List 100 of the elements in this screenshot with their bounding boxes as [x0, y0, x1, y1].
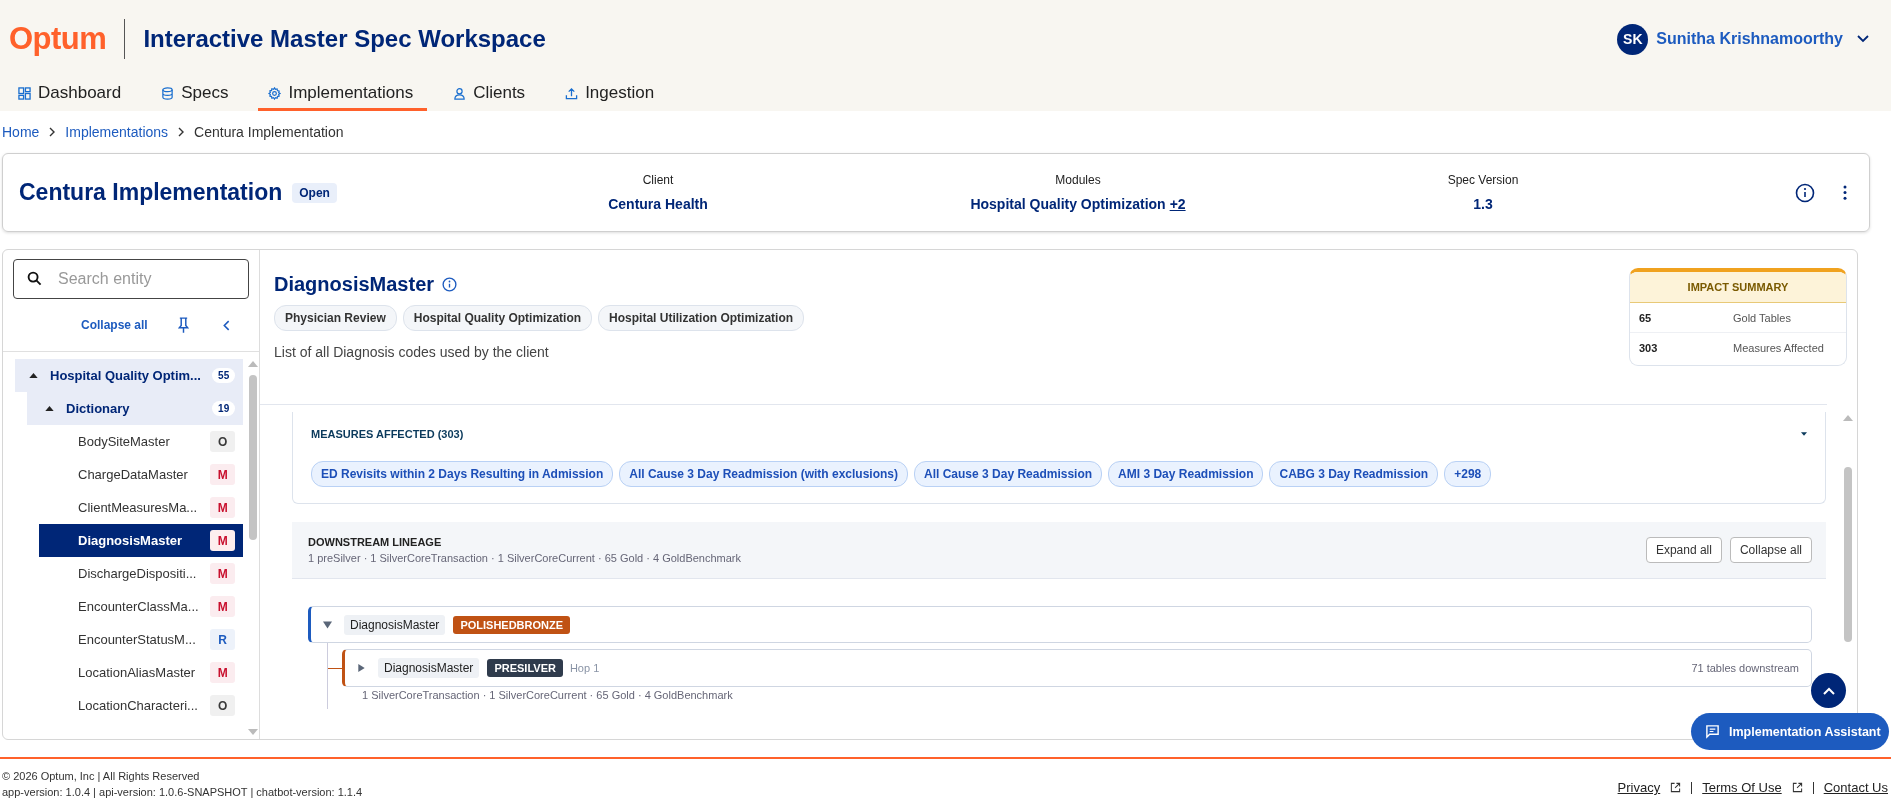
- more-link[interactable]: +2: [1169, 196, 1186, 212]
- layer-tag: PRESILVER: [487, 659, 563, 677]
- info-icon[interactable]: [1795, 182, 1815, 203]
- entity-title: DiagnosisMaster: [274, 273, 435, 296]
- chevron-up-icon: [1822, 686, 1835, 695]
- info-icon[interactable]: [442, 277, 458, 292]
- tree-item[interactable]: ChargeDataMaster M: [39, 458, 244, 491]
- letter-tag: R: [210, 629, 236, 650]
- lineage-button[interactable]: Collapse all: [1729, 537, 1812, 563]
- module-tag: Hospital Quality Optimization: [402, 305, 593, 331]
- chevron-left-icon[interactable]: [222, 319, 230, 331]
- logo: Optum: [9, 21, 107, 57]
- breadcrumb-link[interactable]: Home: [2, 124, 40, 140]
- lineage-node[interactable]: DiagnosisMaster POLISHEDBRONZE: [308, 606, 1812, 643]
- assistant-button[interactable]: Implementation Assistant: [1691, 713, 1889, 750]
- version-text: app-version: 1.0.4 | api-version: 1.0.6-SNAPSHOT | chatbot-version: 1.1.4: [2, 785, 363, 798]
- user-menu[interactable]: SK Sunitha Krishnamoorthy: [1617, 23, 1869, 55]
- tab-label: Implementations: [288, 83, 414, 103]
- tree-item[interactable]: EncounterClassMa... M: [39, 590, 244, 623]
- measure-chip[interactable]: AMI 3 Day Readmission: [1108, 461, 1264, 487]
- search-field[interactable]: Search entity: [13, 259, 249, 299]
- footer-link[interactable]: Terms Of Use: [1702, 780, 1782, 795]
- user-name: Sunitha Krishnamoorthy: [1656, 30, 1843, 48]
- node-summary: 1 SilverCoreTransaction · 1 SilverCoreCurrent · 65 Gold · 4 GoldBenchmark: [361, 689, 734, 703]
- tree-label: Dictionary: [66, 401, 131, 416]
- count-pill: 55: [212, 368, 236, 383]
- chevron-right-icon: [178, 127, 185, 137]
- letter-tag: M: [210, 464, 236, 485]
- count-pill: 19: [212, 401, 236, 416]
- nav-tab[interactable]: Specs: [151, 78, 243, 111]
- downstream-count: 71 tables downstream: [1691, 662, 1799, 674]
- tree-item[interactable]: DiagnosisMaster M: [39, 524, 244, 557]
- chat-icon: [1705, 724, 1720, 739]
- letter-tag: M: [210, 563, 236, 584]
- table-name: DiagnosisMaster: [344, 614, 446, 635]
- field-value: 1.3: [1473, 196, 1493, 212]
- tree-item[interactable]: DischargeDispositi... M: [39, 557, 244, 590]
- footer-link[interactable]: Contact Us: [1823, 780, 1888, 795]
- nav-tab[interactable]: Dashboard: [8, 78, 136, 111]
- nav-tab[interactable]: Implementations: [258, 78, 428, 111]
- tree-item[interactable]: LocationAliasMaster M: [39, 656, 244, 689]
- measure-chip[interactable]: All Cause 3 Day Readmission (with exclusions): [619, 461, 909, 487]
- tab-label: Dashboard: [38, 83, 122, 103]
- upload-icon: [565, 86, 579, 100]
- tree-group[interactable]: Dictionary 19: [27, 392, 244, 425]
- avatar: SK: [1617, 23, 1649, 55]
- footer-link[interactable]: Privacy: [1617, 780, 1661, 795]
- measure-chip[interactable]: CABG 3 Day Readmission: [1269, 461, 1439, 487]
- letter-tag: M: [210, 596, 236, 617]
- implementation-title: Centura Implementation: [19, 179, 283, 206]
- more-options-icon[interactable]: [1843, 185, 1847, 200]
- field-value: Hospital Quality Optimization: [970, 196, 1166, 212]
- letter-tag: O: [210, 431, 236, 452]
- dashboard-icon: [18, 86, 31, 100]
- person-icon: [453, 86, 467, 100]
- tree-group[interactable]: Hospital Quality Optim... 55: [15, 359, 244, 392]
- chevron-down-icon: [1857, 35, 1869, 43]
- section-title: MEASURES AFFECTED (303): [311, 428, 464, 440]
- letter-tag: O: [210, 695, 236, 716]
- pin-icon[interactable]: [177, 316, 189, 334]
- table-name: DiagnosisMaster: [378, 658, 480, 678]
- nav-tab[interactable]: Ingestion: [555, 78, 669, 111]
- field-label: Modules: [1055, 173, 1101, 187]
- section-title: DOWNSTREAM LINEAGE: [308, 536, 443, 548]
- copyright-text: © 2026 Optum, Inc | All Rights Reserved: [2, 769, 201, 782]
- chevron-right-icon: [49, 127, 56, 137]
- lineage-summary: 1 preSilver · 1 SilverCoreTransaction · 1 SilverCoreCurrent · 65 Gold · 4 GoldBenchmark: [308, 552, 742, 564]
- field-label: Client: [642, 173, 674, 187]
- collapse-all-link[interactable]: Collapse all: [81, 318, 148, 332]
- database-icon: [161, 86, 175, 100]
- field-value: Centura Health: [608, 196, 708, 212]
- field-label: Spec Version: [1447, 173, 1519, 187]
- tab-label: Ingestion: [585, 83, 655, 103]
- scroll-top-button[interactable]: [1811, 673, 1846, 708]
- nav-tab[interactable]: Clients: [443, 78, 540, 111]
- breadcrumb-link[interactable]: Implementations: [65, 124, 169, 140]
- letter-tag: M: [210, 530, 236, 551]
- measure-chip[interactable]: ED Revisits within 2 Days Resulting in Admission: [311, 461, 614, 487]
- measure-chip[interactable]: +298: [1444, 461, 1492, 487]
- entity-description: List of all Diagnosis codes used by the client: [274, 344, 550, 360]
- metric-label: Measures Affected: [1733, 341, 1825, 354]
- letter-tag: M: [210, 662, 236, 683]
- tree-item[interactable]: BodySiteMaster O: [39, 425, 244, 458]
- settings-icon: [268, 86, 282, 100]
- search-icon: [27, 271, 42, 286]
- module-tag: Physician Review: [274, 305, 397, 331]
- tree-item[interactable]: LocationCharacteri... O: [39, 689, 244, 722]
- app-title: Interactive Master Spec Workspace: [143, 25, 546, 53]
- caret-icon[interactable]: [1801, 432, 1807, 436]
- metric-label: Gold Tables: [1733, 311, 1792, 324]
- breadcrumb-current: Centura Implementation: [194, 124, 344, 140]
- tab-label: Specs: [181, 83, 229, 103]
- tab-label: Clients: [473, 83, 526, 103]
- tree-item[interactable]: ClientMeasuresMa... M: [39, 491, 244, 524]
- tree-item[interactable]: EncounterStatusM... R: [39, 623, 244, 656]
- lineage-button[interactable]: Expand all: [1645, 537, 1722, 563]
- lineage-node[interactable]: DiagnosisMaster PRESILVER Hop 1 71 tables downstream: [342, 649, 1812, 687]
- tree-label: Hospital Quality Optim...: [50, 368, 202, 383]
- measure-chip[interactable]: All Cause 3 Day Readmission: [914, 461, 1103, 487]
- metric-value: 303: [1639, 341, 1658, 354]
